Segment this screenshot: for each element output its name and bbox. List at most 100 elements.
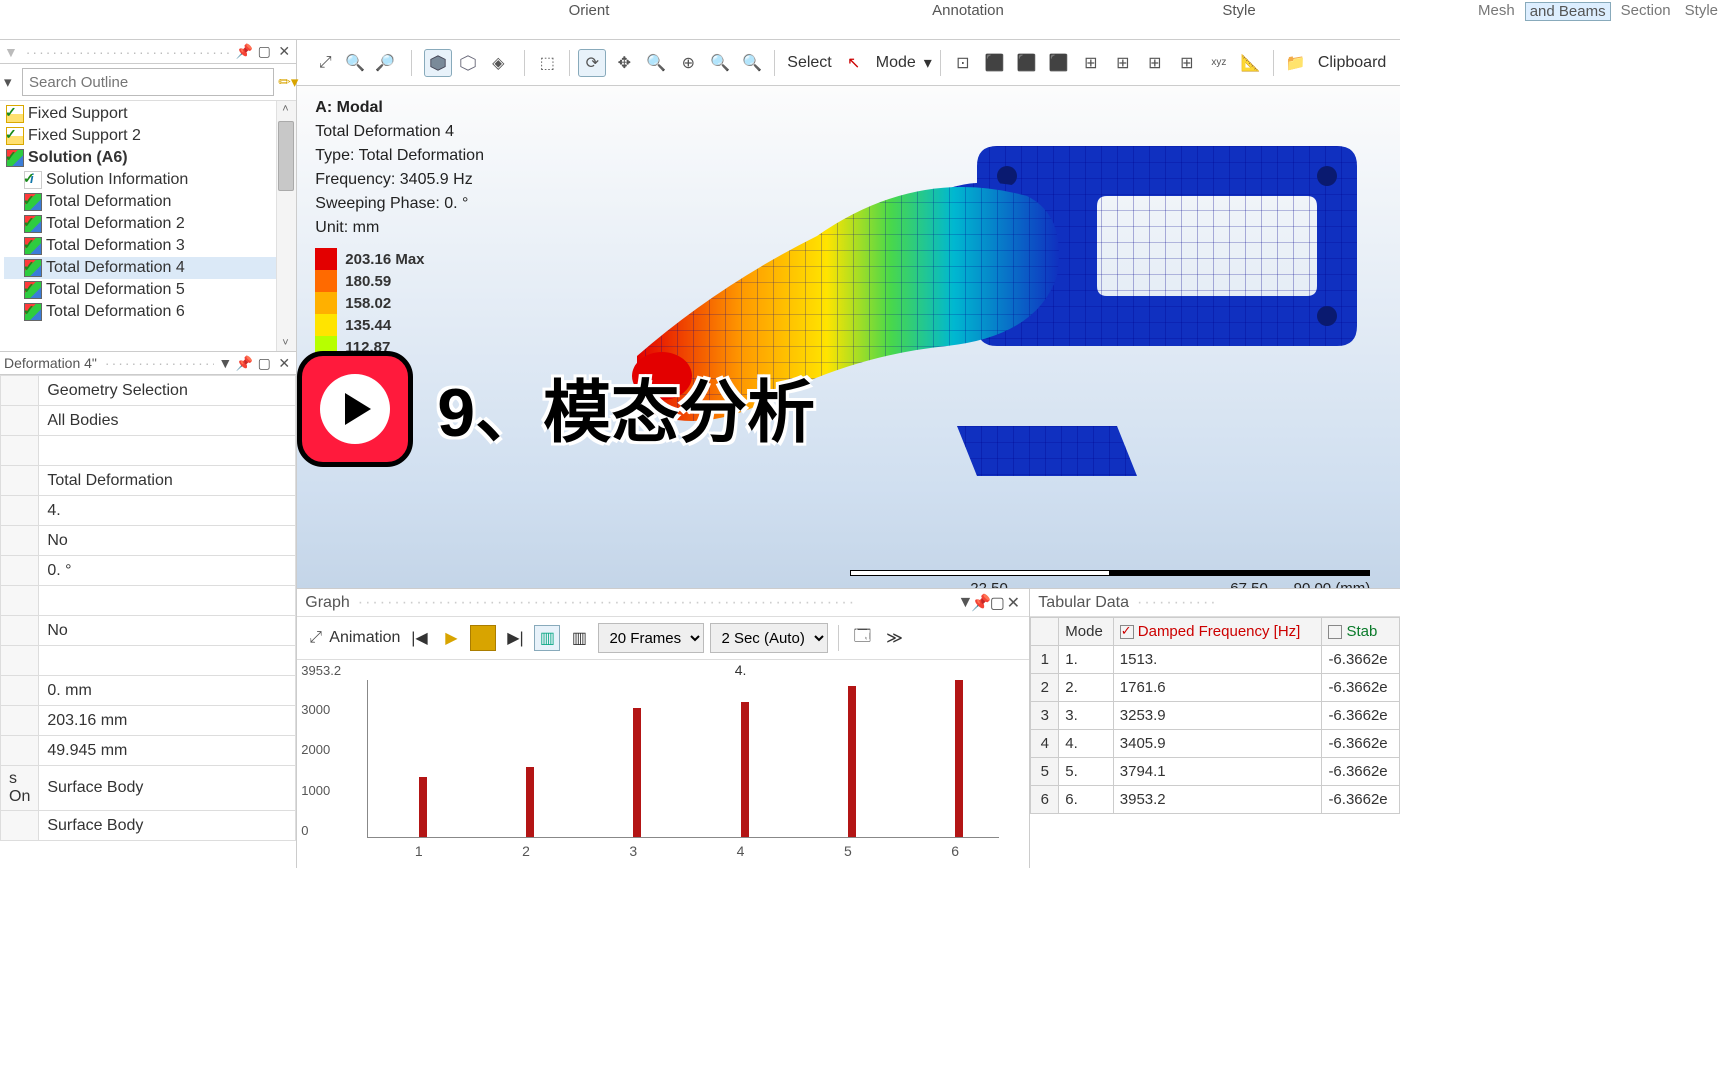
maximize-icon[interactable]: ▢ [256, 44, 272, 60]
play-icon[interactable]: ▶ [438, 625, 464, 651]
cell-freq[interactable]: 1761.6 [1113, 674, 1322, 702]
expand-icon[interactable]: ⤢ [309, 629, 323, 647]
frames-select[interactable]: 20 Frames [598, 623, 704, 653]
graph-chart[interactable]: 01000200030003953.2 12344.56 [297, 660, 1029, 868]
prop-value[interactable]: 203.16 mm [39, 706, 296, 736]
chart-bar[interactable] [633, 708, 641, 837]
node-icon[interactable]: ⊞ [1077, 49, 1105, 77]
tab-and-beams[interactable]: and Beams [1525, 2, 1611, 21]
zoom-all-icon[interactable]: 🔍 [738, 49, 766, 77]
cell-freq[interactable]: 3953.2 [1113, 786, 1322, 814]
rotate-icon[interactable]: ⟳ [578, 49, 606, 77]
tree-scrollbar[interactable]: ˄ ˅ [276, 101, 296, 351]
cell-stab[interactable]: -6.3662e [1322, 646, 1400, 674]
chart-bar[interactable] [848, 686, 856, 837]
tree-item[interactable]: Fixed Support 2 [4, 125, 296, 147]
tree-item[interactable]: Total Deformation [4, 191, 296, 213]
zoom-fit-icon[interactable]: ⊕ [674, 49, 702, 77]
cell-mode[interactable]: 2. [1059, 674, 1113, 702]
face-icon[interactable]: ⬛ [1013, 49, 1041, 77]
prop-value[interactable]: 4. [39, 496, 296, 526]
cell-mode[interactable]: 1. [1059, 646, 1113, 674]
last-frame-icon[interactable]: ▶| [502, 625, 528, 651]
graphics-viewport[interactable]: A: Modal Total Deformation 4 Type: Total… [297, 86, 1400, 588]
body-icon[interactable]: ⬛ [1045, 49, 1073, 77]
scrollbar-thumb[interactable] [278, 121, 294, 191]
folder-icon[interactable]: 📁 [1282, 49, 1310, 77]
cell-stab[interactable]: -6.3662e [1322, 786, 1400, 814]
clipboard-label[interactable]: Clipboard [1314, 54, 1390, 72]
close-icon[interactable]: ✕ [276, 44, 292, 60]
prop-value[interactable]: Total Deformation [39, 466, 296, 496]
box-select-icon[interactable]: ⬚ [533, 49, 561, 77]
chart-bar[interactable] [526, 767, 534, 837]
col-mode[interactable]: Mode [1059, 618, 1113, 646]
prop-value[interactable]: Surface Body [39, 766, 296, 811]
first-frame-icon[interactable]: |◀ [406, 625, 432, 651]
cell-stab[interactable]: -6.3662e [1322, 674, 1400, 702]
prop-value[interactable]: 0. mm [39, 676, 296, 706]
cell-stab[interactable]: -6.3662e [1322, 730, 1400, 758]
prop-value[interactable]: Surface Body [39, 811, 296, 841]
cell-stab[interactable]: -6.3662e [1322, 702, 1400, 730]
col-stab[interactable]: Stab [1322, 618, 1400, 646]
cell-freq[interactable]: 3253.9 [1113, 702, 1322, 730]
prop-value[interactable] [39, 436, 296, 466]
search-input[interactable] [22, 68, 274, 96]
tree-item[interactable]: Solution Information [4, 169, 296, 191]
measure-icon[interactable]: 📐 [1237, 49, 1265, 77]
filter-dropdown-icon[interactable]: ▾ [4, 73, 18, 91]
zoom-in-icon[interactable]: 🔍 [341, 49, 369, 77]
maximize-icon[interactable]: ▢ [989, 595, 1005, 611]
pin-icon[interactable]: 📌 [236, 355, 252, 371]
cell-mode[interactable]: 5. [1059, 758, 1113, 786]
close-icon[interactable]: ✕ [276, 355, 292, 371]
prop-value[interactable]: No [39, 526, 296, 556]
stop-icon[interactable] [470, 625, 496, 651]
xyz-icon[interactable]: xyz [1205, 49, 1233, 77]
tree-item[interactable]: Total Deformation 2 [4, 213, 296, 235]
wireframe-cube-icon[interactable] [454, 49, 482, 77]
prop-value[interactable]: Geometry Selection [39, 376, 296, 406]
prop-value[interactable] [39, 586, 296, 616]
cell-stab[interactable]: -6.3662e [1322, 758, 1400, 786]
zoom-box-icon[interactable]: 🔍 [706, 49, 734, 77]
mesh-icon[interactable]: ⊞ [1141, 49, 1169, 77]
distributed-icon[interactable]: ▥ [534, 625, 560, 651]
col-freq[interactable]: Damped Frequency [Hz] [1113, 618, 1322, 646]
prop-value[interactable]: No [39, 616, 296, 646]
chart-bar[interactable] [741, 702, 749, 837]
outline-tree[interactable]: Fixed SupportFixed Support 2Solution (A6… [0, 101, 296, 351]
coord-icon[interactable]: ⊞ [1173, 49, 1201, 77]
search-options-icon[interactable]: ✏▾ [278, 73, 292, 91]
export-icon[interactable]: 🗔 [849, 625, 875, 651]
vertex-icon[interactable]: ⊡ [949, 49, 977, 77]
pan-icon[interactable]: ✥ [610, 49, 638, 77]
edge-icon[interactable]: ⬛ [981, 49, 1009, 77]
tab-style[interactable]: Style [1681, 2, 1722, 21]
pin-icon[interactable]: 📌 [973, 595, 989, 611]
expand-icon[interactable]: ⤢ [311, 49, 339, 77]
cell-mode[interactable]: 6. [1059, 786, 1113, 814]
tree-item[interactable]: Total Deformation 6 [4, 301, 296, 323]
iso-cube-icon[interactable]: ◈ [484, 49, 512, 77]
cursor-icon[interactable]: ↖ [840, 49, 868, 77]
prop-value[interactable]: 49.945 mm [39, 736, 296, 766]
tabular-table[interactable]: Mode Damped Frequency [Hz] Stab1 1. 1513… [1030, 617, 1400, 814]
tree-item[interactable]: Total Deformation 4 [4, 257, 296, 279]
tab-mesh[interactable]: Mesh [1474, 2, 1519, 21]
more-icon[interactable]: ≫ [881, 625, 907, 651]
prop-value[interactable]: 0. ° [39, 556, 296, 586]
maximize-icon[interactable]: ▢ [256, 355, 272, 371]
cell-freq[interactable]: 3405.9 [1113, 730, 1322, 758]
prop-value[interactable]: All Bodies [39, 406, 296, 436]
close-icon[interactable]: ✕ [1005, 595, 1021, 611]
tree-item[interactable]: Total Deformation 5 [4, 279, 296, 301]
zoom-icon[interactable]: 🔍 [642, 49, 670, 77]
zoom-out-icon[interactable]: 🔎 [371, 49, 399, 77]
tree-item[interactable]: Solution (A6) [4, 147, 296, 169]
cell-mode[interactable]: 4. [1059, 730, 1113, 758]
cell-mode[interactable]: 3. [1059, 702, 1113, 730]
mode-label[interactable]: Mode [872, 54, 920, 72]
prop-value[interactable] [39, 646, 296, 676]
